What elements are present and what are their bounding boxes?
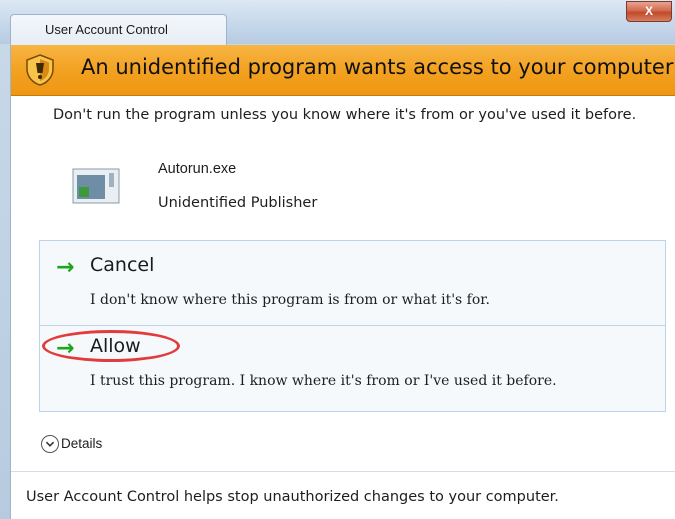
choice-list: → Cancel I don't know where this program… <box>39 240 666 412</box>
details-label: Details <box>61 436 103 451</box>
cancel-label: Cancel <box>90 254 155 276</box>
cancel-description: I don't know where this program is from … <box>90 292 490 308</box>
green-arrow-icon: → <box>56 336 75 361</box>
security-shield-icon <box>26 54 54 86</box>
close-button[interactable]: X <box>626 1 672 22</box>
dialog-content: An unidentified program wants access to … <box>10 45 675 519</box>
footer-text: User Account Control helps stop unauthor… <box>26 489 559 505</box>
application-icon <box>72 168 120 204</box>
cancel-option[interactable]: → Cancel I don't know where this program… <box>40 241 665 326</box>
green-arrow-icon: → <box>56 255 75 280</box>
allow-label: Allow <box>90 335 141 357</box>
window-title: User Account Control <box>10 14 227 45</box>
uac-dialog-window: User Account Control X An unidentified p… <box>0 0 675 519</box>
allow-option[interactable]: → Allow I trust this program. I know whe… <box>40 326 665 410</box>
footer: User Account Control helps stop unauthor… <box>11 471 675 519</box>
warning-text: Don't run the program unless you know wh… <box>53 107 637 123</box>
warning-banner: An unidentified program wants access to … <box>11 45 675 96</box>
program-publisher: Unidentified Publisher <box>158 195 318 211</box>
chevron-down-icon <box>41 435 59 453</box>
banner-title: An unidentified program wants access to … <box>81 55 674 79</box>
allow-description: I trust this program. I know where it's … <box>90 373 557 389</box>
title-bar: User Account Control X <box>0 0 675 45</box>
program-name: Autorun.exe <box>158 161 237 177</box>
